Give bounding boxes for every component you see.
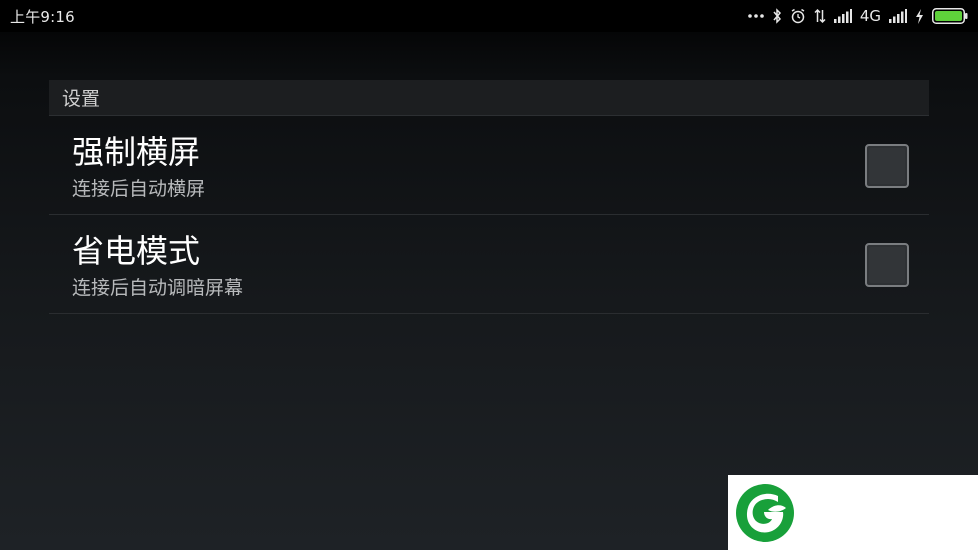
green-g-leaf-logo bbox=[736, 484, 794, 542]
alarm-icon bbox=[790, 8, 806, 24]
network-type-label: 4G bbox=[859, 7, 881, 25]
battery-icon bbox=[932, 8, 968, 24]
setting-title: 强制横屏 bbox=[72, 133, 201, 171]
signal-icon bbox=[833, 9, 852, 23]
settings-panel: 设置 强制横屏 连接后自动横屏 省电模式 连接后自动调暗屏幕 bbox=[49, 80, 929, 314]
more-dots-icon bbox=[748, 13, 764, 19]
setting-subtitle: 连接后自动横屏 bbox=[72, 178, 206, 200]
setting-row-power-saving[interactable]: 省电模式 连接后自动调暗屏幕 bbox=[49, 215, 929, 314]
setting-subtitle: 连接后自动调暗屏幕 bbox=[72, 277, 244, 299]
status-bar: 上午9:16 4G bbox=[0, 0, 978, 32]
data-arrows-icon bbox=[814, 8, 826, 24]
status-icons: 4G bbox=[748, 7, 968, 25]
power-saving-checkbox[interactable] bbox=[865, 243, 909, 287]
setting-row-force-landscape[interactable]: 强制横屏 连接后自动横屏 bbox=[49, 116, 929, 215]
bluetooth-icon bbox=[772, 8, 782, 24]
section-header: 设置 bbox=[49, 80, 929, 116]
watermark bbox=[728, 475, 978, 550]
force-landscape-checkbox[interactable] bbox=[865, 144, 909, 188]
setting-title: 省电模式 bbox=[72, 232, 201, 270]
signal-icon-2 bbox=[889, 9, 907, 23]
charging-icon bbox=[915, 8, 924, 24]
status-time: 上午9:16 bbox=[10, 7, 75, 26]
